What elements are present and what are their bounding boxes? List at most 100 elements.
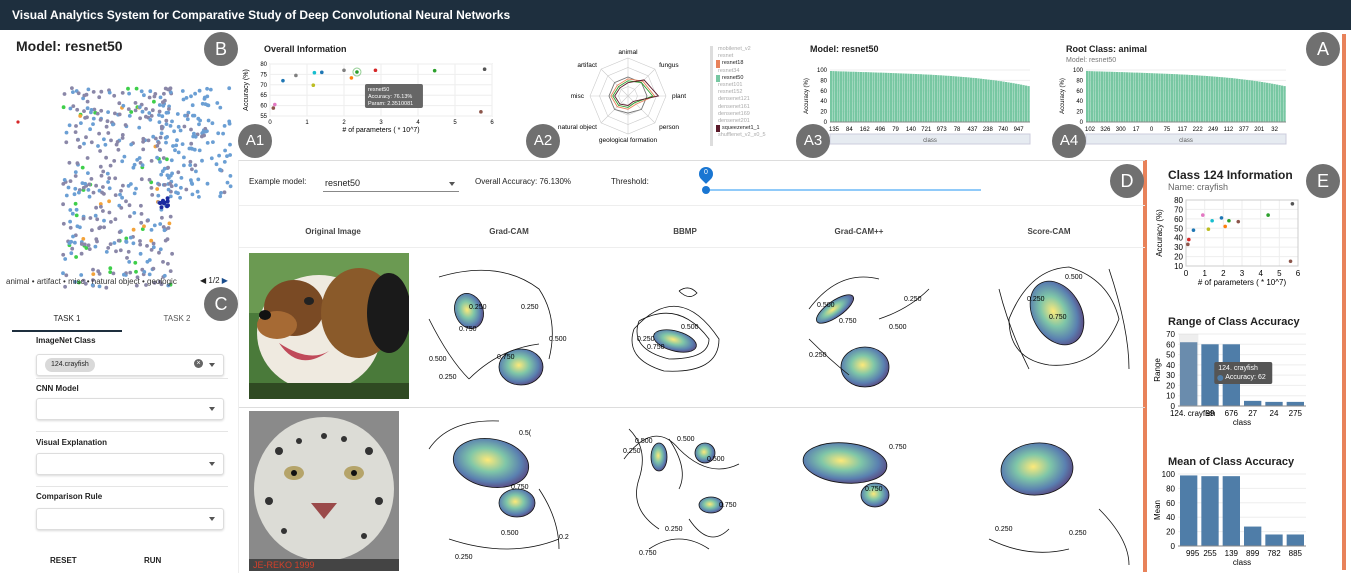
- chevron-down-icon[interactable]: [209, 363, 215, 367]
- radar-axis-label: geological formation: [599, 137, 658, 144]
- tsne-point: [197, 88, 202, 93]
- tsne-point: [86, 171, 90, 175]
- tooltip-line: Accuracy: 62: [1225, 374, 1266, 381]
- tsne-point: [97, 226, 102, 231]
- tsne-point: [94, 237, 99, 242]
- tsne-point: [147, 177, 152, 182]
- tsne-point: [126, 249, 131, 254]
- model-list-item[interactable]: resnet152: [716, 89, 796, 96]
- accuracy-bar: [1096, 71, 1099, 122]
- tsne-point: [71, 234, 75, 239]
- heatmap-grid[interactable]: 0.2500.2500.500 0.7500.5000.2500.7500.250…: [409, 249, 1145, 573]
- tsne-scatter[interactable]: [8, 58, 238, 298]
- data-point: [479, 110, 483, 114]
- root-class-title: Root Class: animal: [1066, 44, 1148, 54]
- contour-label: 0.250: [1069, 530, 1087, 537]
- tsne-point: [83, 181, 88, 186]
- contour-label: 0.500: [549, 336, 567, 343]
- tsne-point: [163, 98, 167, 103]
- tsne-point: [145, 259, 150, 264]
- model-list-item[interactable]: resnet18: [716, 60, 796, 68]
- accuracy-bar: [1196, 75, 1199, 122]
- tsne-point: [134, 269, 138, 274]
- y-tick-label: 20: [1076, 110, 1083, 116]
- model-list-item[interactable]: resnet101: [716, 82, 796, 89]
- accuracy-bar: [895, 73, 898, 122]
- x-axis-label: class: [923, 138, 937, 144]
- tab-task-1[interactable]: TASK 1: [12, 314, 122, 332]
- chevron-down-icon[interactable]: [209, 517, 215, 521]
- range-bar-chart[interactable]: 706050403020100Range124. crayfish99 676 27…: [1150, 328, 1340, 436]
- tsne-point: [126, 86, 130, 91]
- y-tick-label: 50: [1174, 224, 1183, 233]
- tsne-point: [161, 198, 165, 203]
- overall-scatter-chart[interactable]: 80 75 70 65 60 550 1 2 3 4 5 6 # of parameters ( * 1…: [240, 56, 500, 146]
- model-list-item[interactable]: densenet201: [716, 118, 796, 125]
- y-tick-label: 10: [1166, 392, 1175, 401]
- y-tick-label: 10: [1174, 262, 1183, 271]
- model-list-item[interactable]: resnet50: [716, 74, 796, 83]
- accuracy-bar: [1276, 84, 1279, 122]
- model-list-item[interactable]: densenet169: [716, 111, 796, 118]
- tsne-point: [97, 95, 102, 100]
- x-tick-label: 782: [1267, 549, 1281, 558]
- accuracy-bar: [992, 80, 995, 122]
- tsne-point: [120, 91, 125, 95]
- data-point: [273, 102, 277, 107]
- tsne-point: [97, 272, 102, 276]
- tsne-point: [170, 119, 174, 124]
- threshold-slider[interactable]: 0: [696, 164, 981, 194]
- accuracy-bar: [1138, 72, 1141, 122]
- class-scatter-chart[interactable]: 80706050403020100 1 2 3 4 5 6 # of parameters (…: [1150, 194, 1340, 294]
- model-list-item[interactable]: resnet34: [716, 68, 796, 75]
- cnn-model-select[interactable]: [36, 398, 224, 420]
- reset-button[interactable]: RESET: [50, 556, 77, 565]
- tsne-point: [127, 203, 132, 208]
- tsne-point: [180, 89, 185, 93]
- tsne-point: [225, 180, 230, 185]
- divider: [239, 205, 1145, 206]
- example-model-label: Example model:: [249, 177, 307, 186]
- tsne-point: [164, 110, 169, 115]
- model-list-item[interactable]: resnet: [716, 53, 796, 60]
- y-tick-label: 60: [260, 104, 267, 110]
- label-a3: A3: [796, 124, 830, 158]
- model-list[interactable]: mobilenet_v2 resnet resnet18 resnet34 resnet…: [710, 46, 796, 146]
- accuracy-bar: [1278, 85, 1281, 122]
- tsne-point: [191, 134, 196, 139]
- visual-explanation-select[interactable]: [36, 453, 224, 475]
- mean-bar-chart[interactable]: 100 80 60 40 20 0 Mean 995 255 139 899 782 885 class: [1150, 468, 1340, 572]
- slider-handle[interactable]: [702, 186, 710, 194]
- prev-page-icon[interactable]: ◀: [200, 276, 206, 285]
- tsne-point: [114, 249, 118, 254]
- tsne-point: [73, 170, 78, 174]
- tsne-point: [151, 241, 156, 246]
- tsne-point: [91, 90, 96, 94]
- model-list-item[interactable]: densenet121: [716, 96, 796, 103]
- tsne-point: [103, 142, 108, 147]
- next-page-icon[interactable]: ▶: [222, 276, 228, 285]
- run-button[interactable]: RUN: [144, 556, 161, 565]
- radar-chart[interactable]: animal fungus plant persongeological format…: [540, 40, 710, 150]
- model-list-item[interactable]: densenet161: [716, 104, 796, 111]
- scrollbar[interactable]: [1342, 34, 1346, 570]
- tsne-point: [176, 170, 181, 175]
- imagenet-class-select[interactable]: 124.crayfish ×: [36, 354, 224, 376]
- model-list-item[interactable]: squeezenet1_1: [716, 125, 796, 133]
- tsne-point: [84, 135, 88, 140]
- tsne-point: [88, 127, 92, 132]
- tsne-point: [196, 177, 201, 182]
- clear-icon[interactable]: ×: [194, 359, 203, 368]
- contour-label: 0.750: [719, 502, 737, 509]
- column-header: Grad-CAM: [489, 227, 529, 236]
- comparison-rule-select[interactable]: [36, 508, 224, 530]
- tsne-point: [75, 107, 80, 112]
- model-list-item[interactable]: mobilenet_v2: [716, 46, 796, 53]
- example-model-select[interactable]: resnet50: [323, 175, 459, 192]
- tsne-point: [162, 228, 167, 233]
- chevron-down-icon[interactable]: [209, 462, 215, 466]
- chevron-down-icon[interactable]: [209, 407, 215, 411]
- chevron-down-icon[interactable]: [449, 182, 455, 186]
- model-list-item[interactable]: shufflenet_v2_x0_5: [716, 132, 796, 139]
- selected-class-chip[interactable]: 124.crayfish: [45, 358, 95, 372]
